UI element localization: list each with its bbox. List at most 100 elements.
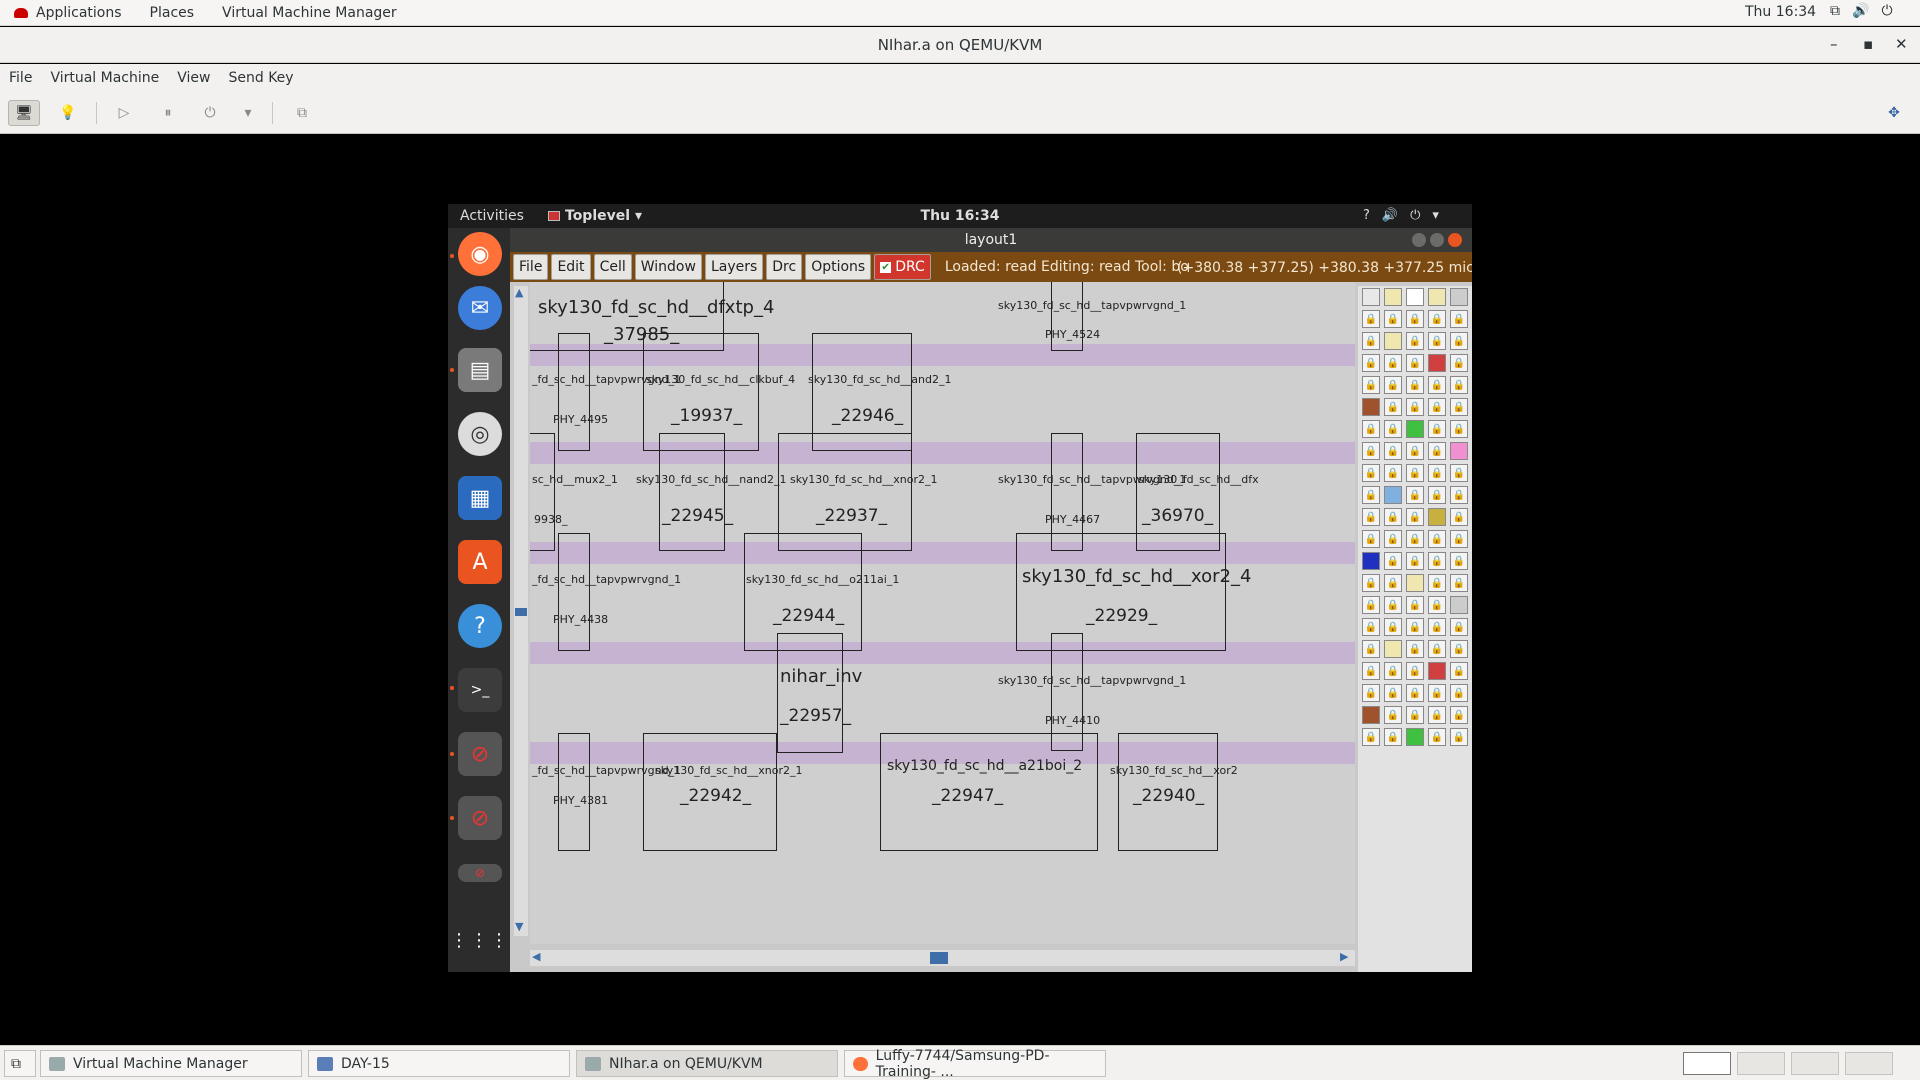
shutdown-dropdown[interactable]: ▾ bbox=[232, 100, 264, 126]
lock-icon[interactable]: 🔒 bbox=[1428, 332, 1446, 350]
lock-icon[interactable]: 🔒 bbox=[1406, 464, 1424, 482]
horizontal-scrollbar[interactable]: ◀ ▶ bbox=[530, 950, 1355, 966]
blocked-app-icon[interactable]: ⊘ bbox=[458, 796, 502, 840]
lock-icon[interactable]: 🔒 bbox=[1406, 706, 1424, 724]
lock-icon[interactable]: 🔒 bbox=[1406, 354, 1424, 372]
magic-menu-layers[interactable]: Layers bbox=[704, 254, 764, 280]
show-applications-icon[interactable]: ⋮⋮⋮ bbox=[450, 918, 508, 962]
lock-icon[interactable]: 🔒 bbox=[1428, 464, 1446, 482]
taskbar-item-day15[interactable]: DAY-15 bbox=[308, 1050, 570, 1077]
lock-icon[interactable]: 🔒 bbox=[1362, 310, 1380, 328]
lock-icon[interactable]: 🔒 bbox=[1362, 684, 1380, 702]
files-icon[interactable]: ▤ bbox=[458, 348, 502, 392]
lock-icon[interactable]: 🔒 bbox=[1384, 618, 1402, 636]
lock-icon[interactable]: 🔒 bbox=[1406, 618, 1424, 636]
maximize-icon[interactable]: ▪ bbox=[1863, 35, 1873, 53]
taskbar-item-firefox[interactable]: Luffy-7744/Samsung-PD-Training- ... bbox=[844, 1048, 1106, 1080]
lock-icon[interactable]: 🔒 bbox=[1384, 596, 1402, 614]
lock-icon[interactable]: 🔒 bbox=[1428, 640, 1446, 658]
lock-icon[interactable]: 🔒 bbox=[1428, 574, 1446, 592]
lock-icon[interactable]: 🔒 bbox=[1384, 354, 1402, 372]
lock-icon[interactable]: 🔒 bbox=[1406, 552, 1424, 570]
lock-icon[interactable]: 🔒 bbox=[1362, 508, 1380, 526]
help-icon[interactable]: ? bbox=[458, 604, 502, 648]
menu-send-key[interactable]: Send Key bbox=[219, 70, 302, 86]
lock-icon[interactable]: 🔒 bbox=[1450, 420, 1468, 438]
layer-swatch[interactable] bbox=[1406, 288, 1424, 306]
cell-box[interactable] bbox=[777, 633, 843, 753]
lock-icon[interactable]: 🔒 bbox=[1384, 728, 1402, 746]
console-view-button[interactable]: 🖥 bbox=[8, 100, 40, 126]
workspace-4[interactable] bbox=[1845, 1052, 1893, 1075]
lock-icon[interactable]: 🔒 bbox=[1362, 442, 1380, 460]
lock-icon[interactable]: 🔒 bbox=[1406, 508, 1424, 526]
magic-menu-options[interactable]: Options bbox=[805, 254, 872, 280]
terminal-icon[interactable]: >_ bbox=[458, 668, 502, 712]
layer-swatch[interactable] bbox=[1406, 420, 1424, 438]
lock-icon[interactable]: 🔒 bbox=[1384, 508, 1402, 526]
layer-swatch[interactable] bbox=[1362, 288, 1380, 306]
layer-swatch[interactable] bbox=[1428, 354, 1446, 372]
magic-menu-cell[interactable]: Cell bbox=[593, 254, 632, 280]
lock-icon[interactable]: 🔒 bbox=[1362, 662, 1380, 680]
layer-swatch[interactable] bbox=[1384, 288, 1402, 306]
magic-menu-window[interactable]: Window bbox=[634, 254, 702, 280]
magic-menu-edit[interactable]: Edit bbox=[551, 254, 591, 280]
pause-button[interactable]: ⏸ bbox=[152, 100, 184, 126]
lock-icon[interactable]: 🔒 bbox=[1362, 618, 1380, 636]
lock-icon[interactable]: 🔒 bbox=[1450, 354, 1468, 372]
cell-box[interactable] bbox=[659, 433, 725, 551]
maximize-icon[interactable] bbox=[1430, 233, 1444, 247]
cell-box[interactable] bbox=[1016, 533, 1226, 651]
fullscreen-button[interactable]: ✥ bbox=[1878, 100, 1910, 126]
guest-display[interactable]: Activities Toplevel ▾ Thu 16:34 ? 🔊 ⏻ ▾ ◉ ✉ … bbox=[448, 204, 1472, 972]
lock-icon[interactable]: 🔒 bbox=[1450, 728, 1468, 746]
layer-swatch[interactable] bbox=[1450, 596, 1468, 614]
lock-icon[interactable]: 🔒 bbox=[1450, 640, 1468, 658]
lock-icon[interactable]: 🔒 bbox=[1384, 530, 1402, 548]
shutdown-button[interactable]: ⏻ bbox=[194, 100, 226, 126]
workspace-3[interactable] bbox=[1791, 1052, 1839, 1075]
lock-icon[interactable]: 🔒 bbox=[1406, 442, 1424, 460]
lock-icon[interactable]: 🔒 bbox=[1428, 706, 1446, 724]
lock-icon[interactable]: 🔒 bbox=[1362, 596, 1380, 614]
lock-icon[interactable]: 🔒 bbox=[1362, 354, 1380, 372]
rhythmbox-icon[interactable]: ◎ bbox=[458, 412, 502, 456]
lock-icon[interactable]: 🔒 bbox=[1362, 640, 1380, 658]
lock-icon[interactable]: 🔒 bbox=[1384, 464, 1402, 482]
layer-swatch[interactable] bbox=[1384, 640, 1402, 658]
lock-icon[interactable]: 🔒 bbox=[1362, 728, 1380, 746]
lock-icon[interactable]: 🔒 bbox=[1362, 332, 1380, 350]
lock-icon[interactable]: 🔒 bbox=[1428, 442, 1446, 460]
lock-icon[interactable]: 🔒 bbox=[1428, 486, 1446, 504]
lock-icon[interactable]: 🔒 bbox=[1406, 398, 1424, 416]
system-tray[interactable]: ⧉ 🔊 ⏻ bbox=[1830, 3, 1893, 19]
lock-icon[interactable]: 🔒 bbox=[1384, 574, 1402, 592]
lock-icon[interactable]: 🔒 bbox=[1362, 530, 1380, 548]
scroll-down-icon[interactable]: ▼ bbox=[515, 920, 523, 933]
lock-icon[interactable]: 🔒 bbox=[1384, 376, 1402, 394]
layer-swatch[interactable] bbox=[1362, 398, 1380, 416]
menu-file[interactable]: File bbox=[0, 70, 41, 86]
layer-swatch[interactable] bbox=[1428, 288, 1446, 306]
scroll-right-icon[interactable]: ▶ bbox=[1340, 950, 1348, 963]
menu-virtual-machine[interactable]: Virtual Machine bbox=[41, 70, 168, 86]
run-button[interactable]: ▷ bbox=[108, 100, 140, 126]
layer-swatch[interactable] bbox=[1362, 706, 1380, 724]
blocked-app-icon[interactable]: ⊘ bbox=[458, 732, 502, 776]
scroll-thumb[interactable] bbox=[930, 952, 948, 964]
lock-icon[interactable]: 🔒 bbox=[1428, 618, 1446, 636]
lock-icon[interactable]: 🔒 bbox=[1362, 376, 1380, 394]
lock-icon[interactable]: 🔒 bbox=[1450, 662, 1468, 680]
lock-icon[interactable]: 🔒 bbox=[1450, 508, 1468, 526]
layer-swatch[interactable] bbox=[1406, 574, 1424, 592]
lock-icon[interactable]: 🔒 bbox=[1428, 596, 1446, 614]
lock-icon[interactable]: 🔒 bbox=[1450, 574, 1468, 592]
lock-icon[interactable]: 🔒 bbox=[1428, 420, 1446, 438]
lock-icon[interactable]: 🔒 bbox=[1428, 552, 1446, 570]
guest-clock[interactable]: Thu 16:34 bbox=[448, 208, 1472, 224]
blocked-app-icon[interactable]: ⊘ bbox=[458, 864, 502, 882]
lock-icon[interactable]: 🔒 bbox=[1384, 662, 1402, 680]
layer-swatch[interactable] bbox=[1406, 728, 1424, 746]
lock-icon[interactable]: 🔒 bbox=[1362, 464, 1380, 482]
